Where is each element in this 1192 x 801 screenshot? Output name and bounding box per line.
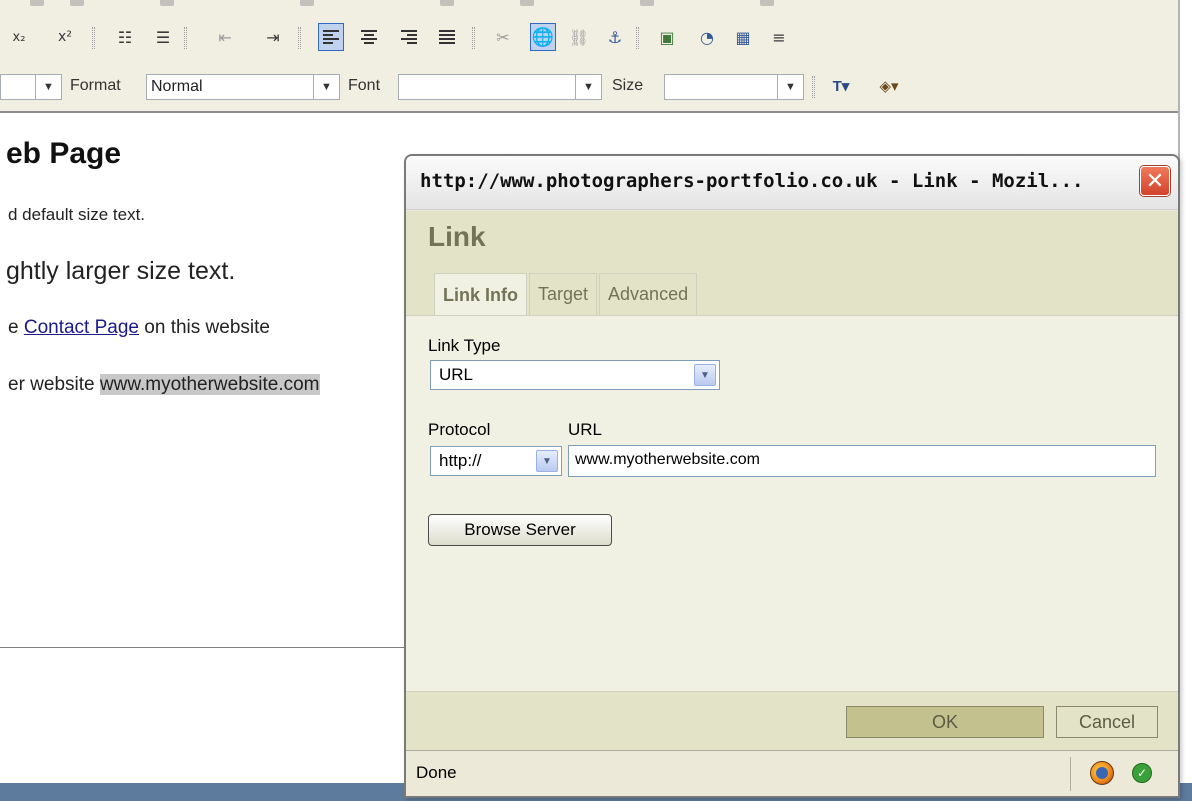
tab-advanced[interactable]: Advanced (599, 273, 698, 315)
protocol-label: Protocol (428, 420, 491, 439)
protocol-select[interactable]: http:// ▼ (430, 446, 562, 476)
cancel-button[interactable]: Cancel (1056, 706, 1158, 738)
align-right-icon[interactable] (396, 23, 422, 51)
background-color-icon[interactable]: ◈▾ (876, 72, 902, 100)
outdent-icon[interactable]: ⇤ (212, 23, 238, 51)
size-combo[interactable] (664, 74, 778, 100)
toolbar-separator (636, 27, 639, 49)
font-label: Font (348, 77, 381, 94)
dialog-heading: Link (428, 221, 486, 252)
numbered-list-icon[interactable]: ☷ (112, 23, 138, 51)
cropped-icon (70, 0, 84, 6)
chevron-down-icon[interactable]: ▼ (694, 364, 716, 386)
font-combo[interactable] (398, 74, 576, 100)
cropped-icon (640, 0, 654, 6)
format-combo[interactable]: Normal (146, 74, 314, 100)
tab-link-info[interactable]: Link Info (434, 273, 527, 316)
indent-icon[interactable]: ⇥ (260, 23, 286, 51)
chevron-down-icon[interactable]: ▼ (314, 74, 340, 100)
dialog-tabs: Link Info Target Advanced (434, 273, 699, 316)
align-center-icon[interactable] (356, 23, 382, 51)
link-dialog: http://www.photographers-portfolio.co.uk… (404, 154, 1180, 798)
justify-icon[interactable] (434, 23, 460, 51)
dialog-header: Link Link Info Target Advanced (406, 211, 1178, 316)
text-color-icon[interactable]: T▾ (828, 72, 854, 100)
bulleted-list-icon[interactable]: ☰ (150, 23, 176, 51)
tab-target[interactable]: Target (529, 273, 598, 315)
cropped-icon (30, 0, 44, 6)
dialog-footer: OK Cancel (406, 691, 1178, 750)
dialog-body: Link Type URL ▼ Protocol URL http:// ▼ w… (406, 315, 1178, 691)
close-icon[interactable]: ✕ (1140, 166, 1170, 196)
anchor-icon[interactable]: ⚓ (602, 23, 628, 51)
superscript-icon[interactable]: x² (52, 23, 78, 51)
url-input[interactable]: www.myotherwebsite.com (568, 445, 1156, 477)
paragraph-contact: e Contact Page on this website (8, 317, 270, 339)
remove-link-icon[interactable]: ⛓ (566, 23, 592, 51)
security-check-icon[interactable]: ✓ (1132, 763, 1152, 783)
cropped-icon (440, 0, 454, 6)
paragraph-text: er website (8, 374, 100, 395)
toolbar-separator (298, 27, 301, 49)
paragraph-text: on this website (139, 317, 270, 338)
status-divider (1070, 757, 1071, 791)
size-label: Size (612, 77, 644, 94)
toolbar-separator (184, 27, 187, 49)
status-bar: Done ✓ (406, 750, 1178, 796)
paragraph-text: e (8, 317, 24, 338)
chevron-down-icon[interactable]: ▼ (576, 74, 602, 100)
selected-text[interactable]: www.myotherwebsite.com (99, 374, 320, 395)
dialog-titlebar[interactable]: http://www.photographers-portfolio.co.uk… (406, 156, 1178, 210)
link-type-value: URL (439, 365, 474, 384)
flash-icon[interactable]: ◔ (694, 23, 720, 51)
browse-server-button[interactable]: Browse Server (428, 514, 612, 546)
dialog-window-title: http://www.photographers-portfolio.co.uk… (420, 170, 1084, 192)
toolbar-row-cropped (0, 0, 1180, 12)
cropped-icon (300, 0, 314, 6)
url-label: URL (568, 420, 603, 439)
cropped-icon (760, 0, 774, 6)
url-value: www.myotherwebsite.com (575, 451, 760, 468)
align-left-icon[interactable] (318, 23, 344, 51)
style-toolbar: ▼ Format Normal ▼ Font ▼ Size ▼ T▾ ◈▾ (0, 68, 1180, 104)
firefox-icon[interactable] (1090, 761, 1114, 785)
unlink-icon[interactable]: ✂ (490, 23, 516, 51)
cropped-icon (520, 0, 534, 6)
format-label: Format (70, 77, 121, 94)
subscript-icon[interactable]: x₂ (6, 23, 32, 51)
cropped-icon (160, 0, 174, 6)
table-icon[interactable]: ▦ (730, 23, 756, 51)
editor-toolbar: x₂ x² ☷ ☰ ⇤ ⇥ ✂ 🌐 ⛓ ⚓ ▣ ◔ ▦ ≡ ▼ Format N… (0, 0, 1180, 111)
horizontal-rule-icon[interactable]: ≡ (766, 23, 792, 51)
toolbar-row: x₂ x² ☷ ☰ ⇤ ⇥ ✂ 🌐 ⛓ ⚓ ▣ ◔ ▦ ≡ (0, 17, 1180, 57)
status-text: Done (416, 763, 457, 782)
paragraph-default-size: d default size text. (8, 205, 146, 224)
ok-button[interactable]: OK (846, 706, 1044, 738)
toolbar-separator (812, 76, 815, 98)
chevron-down-icon[interactable]: ▼ (36, 74, 62, 100)
contact-page-link[interactable]: Contact Page (24, 317, 139, 338)
paragraph-other-website: er website www.myotherwebsite.com (8, 374, 320, 396)
insert-link-icon[interactable]: 🌐 (530, 23, 556, 51)
image-icon[interactable]: ▣ (654, 23, 680, 51)
link-type-select[interactable]: URL ▼ (430, 360, 720, 390)
format-value: Normal (151, 78, 203, 95)
styles-combo[interactable] (0, 74, 36, 100)
horizontal-rule (0, 647, 410, 648)
link-type-label: Link Type (428, 336, 501, 355)
toolbar-separator (472, 27, 475, 49)
document-heading: eb Page (6, 137, 122, 170)
paragraph-larger-size: ghtly larger size text. (6, 257, 236, 285)
protocol-value: http:// (439, 451, 482, 470)
toolbar-separator (92, 27, 95, 49)
chevron-down-icon[interactable]: ▼ (778, 74, 804, 100)
chevron-down-icon[interactable]: ▼ (536, 450, 558, 472)
